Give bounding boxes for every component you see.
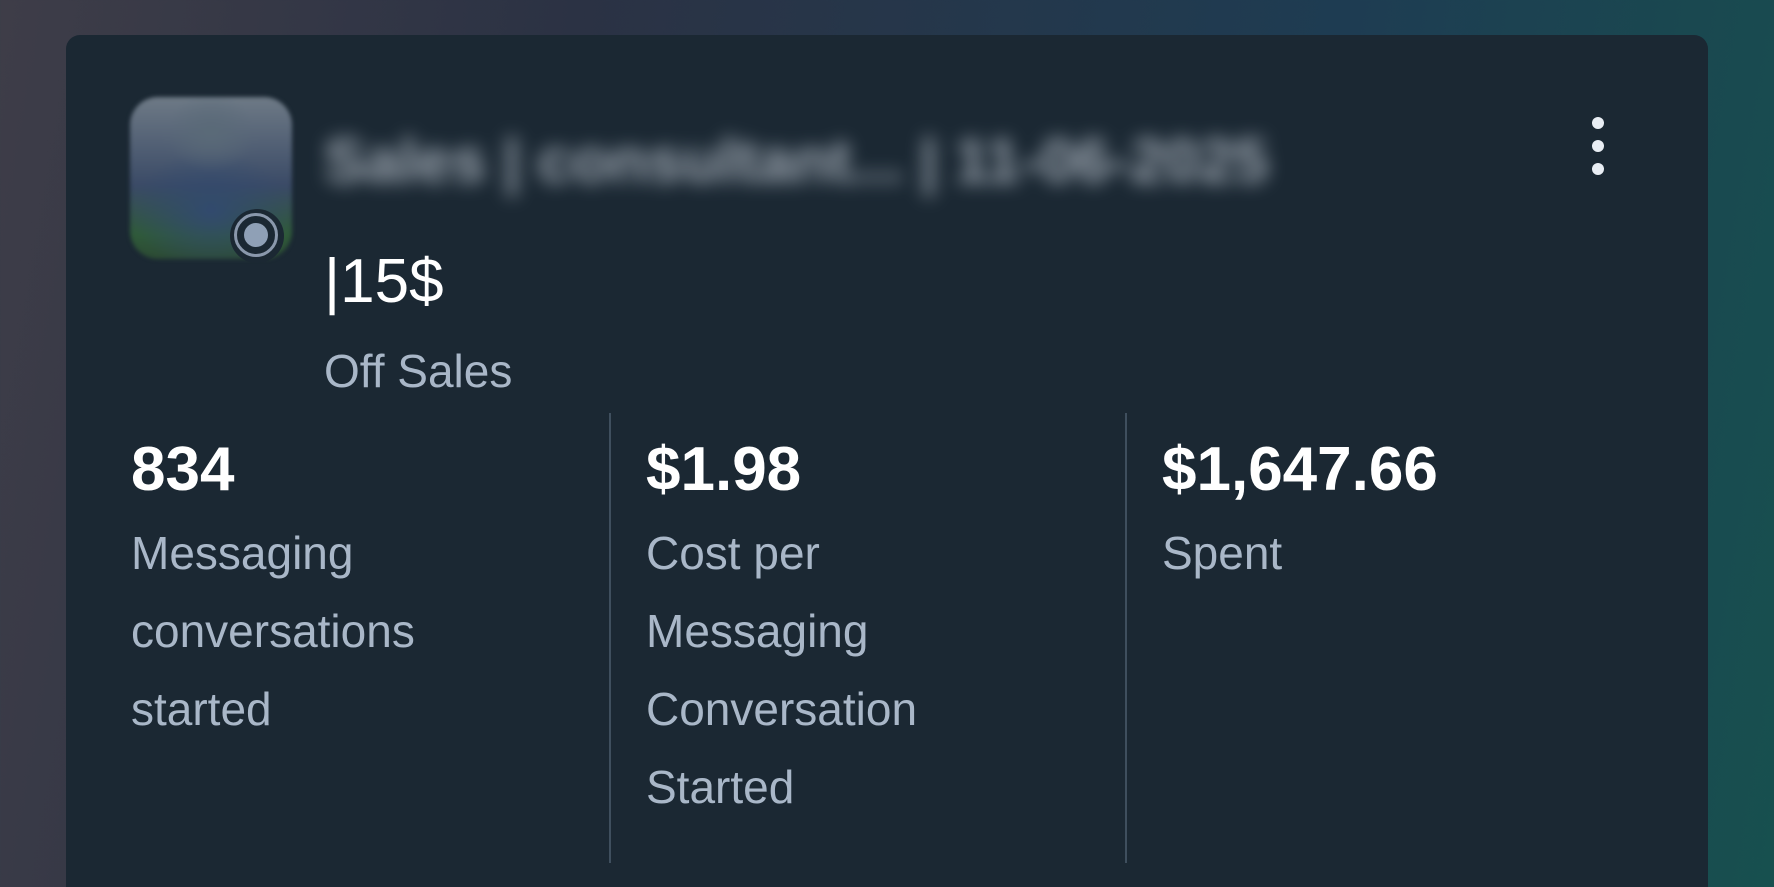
campaign-budget: |15$ [324,247,444,316]
metric-spent: $1,647.66 Spent [1162,430,1602,592]
metric-cost-per-conversation: $1.98 Cost per Messaging Conversation St… [646,430,1086,826]
metric-label: Spent [1162,527,1283,579]
avatar-container [130,97,294,263]
campaign-name[interactable]: Sales | consultant... | 11-06-2025 [324,127,1454,197]
more-vertical-icon [1592,163,1604,175]
more-vertical-icon [1592,140,1604,152]
metric-label: Messaging conversations started [131,527,415,735]
more-vertical-icon [1592,117,1604,129]
metric-value: 834 [131,435,235,504]
metric-value: $1,647.66 [1162,435,1438,504]
status-dot-icon [244,223,268,247]
metric-divider [609,413,611,863]
metric-label: Cost per Messaging Conversation Started [646,527,918,813]
campaign-card[interactable]: Sales | consultant... | 11-06-2025 |15$ … [66,35,1708,887]
metric-value: $1.98 [646,435,802,504]
campaign-status: Off Sales [324,345,513,397]
more-options-button[interactable] [1568,107,1628,211]
metric-conversations: 834 Messaging conversations started [131,430,571,748]
status-badge [230,209,284,263]
metric-divider [1125,413,1127,863]
